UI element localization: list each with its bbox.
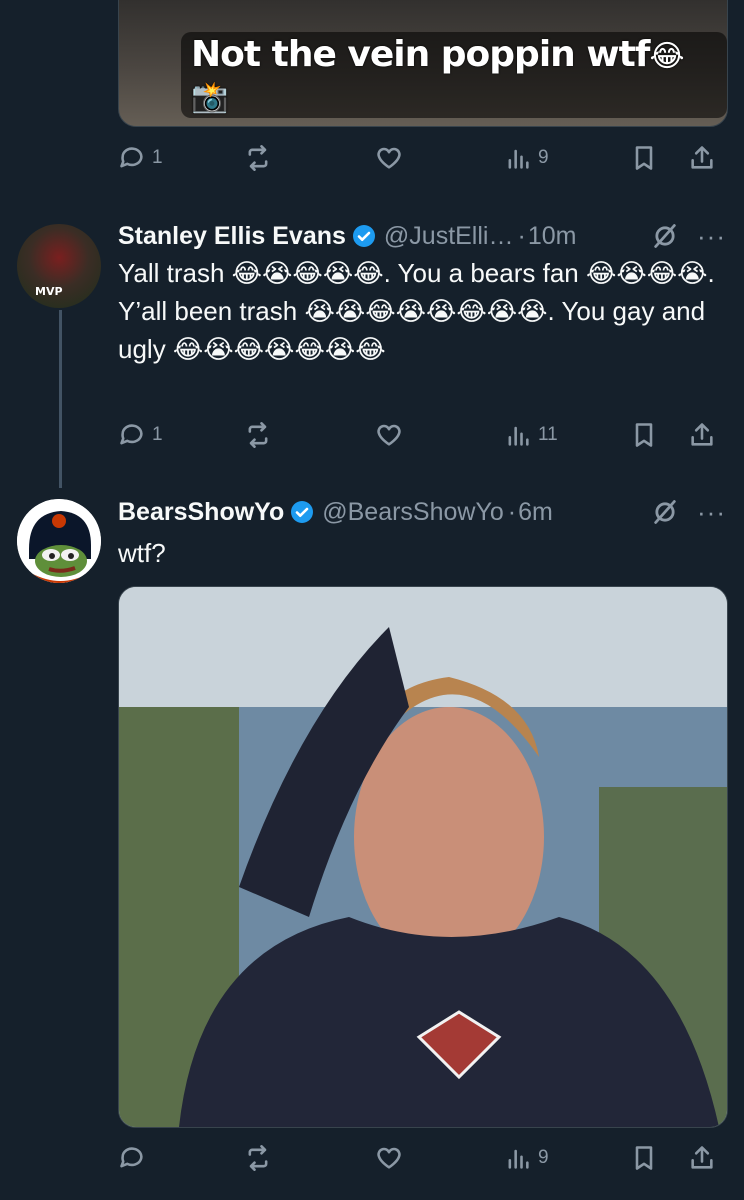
retweet-icon (248, 1145, 268, 1171)
verified-badge-icon (352, 225, 375, 247)
views-button[interactable]: 9 (504, 1138, 549, 1178)
share-button[interactable] (688, 415, 716, 455)
reply-button[interactable]: 1 (118, 415, 163, 455)
views-count: 9 (538, 1147, 549, 1168)
share-icon (691, 1146, 713, 1169)
timestamp[interactable]: 6m (518, 498, 553, 527)
retweet-button[interactable] (244, 138, 272, 178)
like-button[interactable] (375, 415, 403, 455)
reply-count: 1 (152, 147, 163, 168)
reply-button[interactable] (118, 1138, 146, 1178)
separator-dot: · (517, 221, 526, 250)
reply-icon (120, 424, 143, 445)
bookmark-icon (635, 1146, 653, 1170)
views-button[interactable]: 9 (504, 138, 549, 178)
photo-content (119, 587, 727, 1127)
tweet-media-image[interactable] (118, 586, 728, 1128)
header-controls: ··· (651, 494, 726, 530)
retweet-icon (248, 145, 268, 171)
avatar-label: MVP (35, 285, 63, 298)
heart-icon (377, 147, 401, 169)
separator-dot: · (507, 497, 517, 526)
retweet-icon (248, 422, 268, 448)
bookmark-icon (635, 423, 653, 447)
user-handle[interactable]: @BearsShowYo (322, 498, 504, 527)
bookmark-icon (635, 146, 653, 170)
bookmark-button[interactable] (630, 1138, 658, 1178)
share-button[interactable] (688, 1138, 716, 1178)
share-icon (691, 423, 713, 446)
share-button[interactable] (688, 138, 716, 178)
views-count: 11 (538, 424, 558, 445)
tweet-actions: 1 9 (118, 138, 726, 178)
heart-icon (377, 1147, 401, 1169)
grok-icon[interactable] (651, 222, 679, 250)
share-icon (691, 146, 713, 169)
grok-icon[interactable] (651, 498, 679, 526)
display-name[interactable]: BearsShowYo (118, 498, 284, 527)
header-controls: ··· (651, 218, 726, 254)
tweet-header: BearsShowYo @BearsShowYo · 6m ··· (118, 494, 726, 530)
heart-icon (377, 424, 401, 446)
like-button[interactable] (375, 1138, 403, 1178)
tweet-media-image[interactable]: Not the vein poppin wtf😂📸 (118, 0, 728, 127)
tweet-text: wtf? (118, 538, 166, 568)
pepe-avatar-image (17, 499, 101, 583)
like-button[interactable] (375, 138, 403, 178)
reply-count: 1 (152, 424, 163, 445)
views-icon (508, 1149, 529, 1169)
reply-icon (120, 1147, 143, 1168)
user-handle[interactable]: @JustElli… (384, 222, 514, 251)
tweet-actions: 9 (118, 1138, 726, 1178)
timestamp[interactable]: 10m (528, 222, 577, 251)
thread-line (59, 310, 62, 488)
more-icon[interactable]: ··· (697, 223, 726, 249)
views-icon (508, 149, 529, 169)
avatar[interactable]: MVP (17, 224, 101, 308)
meme-caption: Not the vein poppin wtf😂📸 (181, 32, 727, 118)
reply-icon (120, 147, 143, 168)
retweet-button[interactable] (244, 415, 272, 455)
tweet-actions: 1 11 (118, 415, 726, 455)
reply-button[interactable]: 1 (118, 138, 163, 178)
bookmark-button[interactable] (630, 138, 658, 178)
display-name[interactable]: Stanley Ellis Evans (118, 222, 346, 251)
tweet-header: Stanley Ellis Evans @JustElli… · 10m ··· (118, 218, 726, 254)
retweet-button[interactable] (244, 1138, 272, 1178)
bookmark-button[interactable] (630, 415, 658, 455)
more-icon[interactable]: ··· (697, 499, 726, 525)
views-button[interactable]: 11 (504, 415, 558, 455)
verified-badge-icon (291, 501, 314, 523)
views-icon (508, 426, 529, 446)
views-count: 9 (538, 147, 549, 168)
avatar[interactable] (17, 499, 101, 583)
tweet-text: Yall trash 😂😭😂😭😂. You a bears fan 😂😭😂😭. … (118, 258, 715, 364)
